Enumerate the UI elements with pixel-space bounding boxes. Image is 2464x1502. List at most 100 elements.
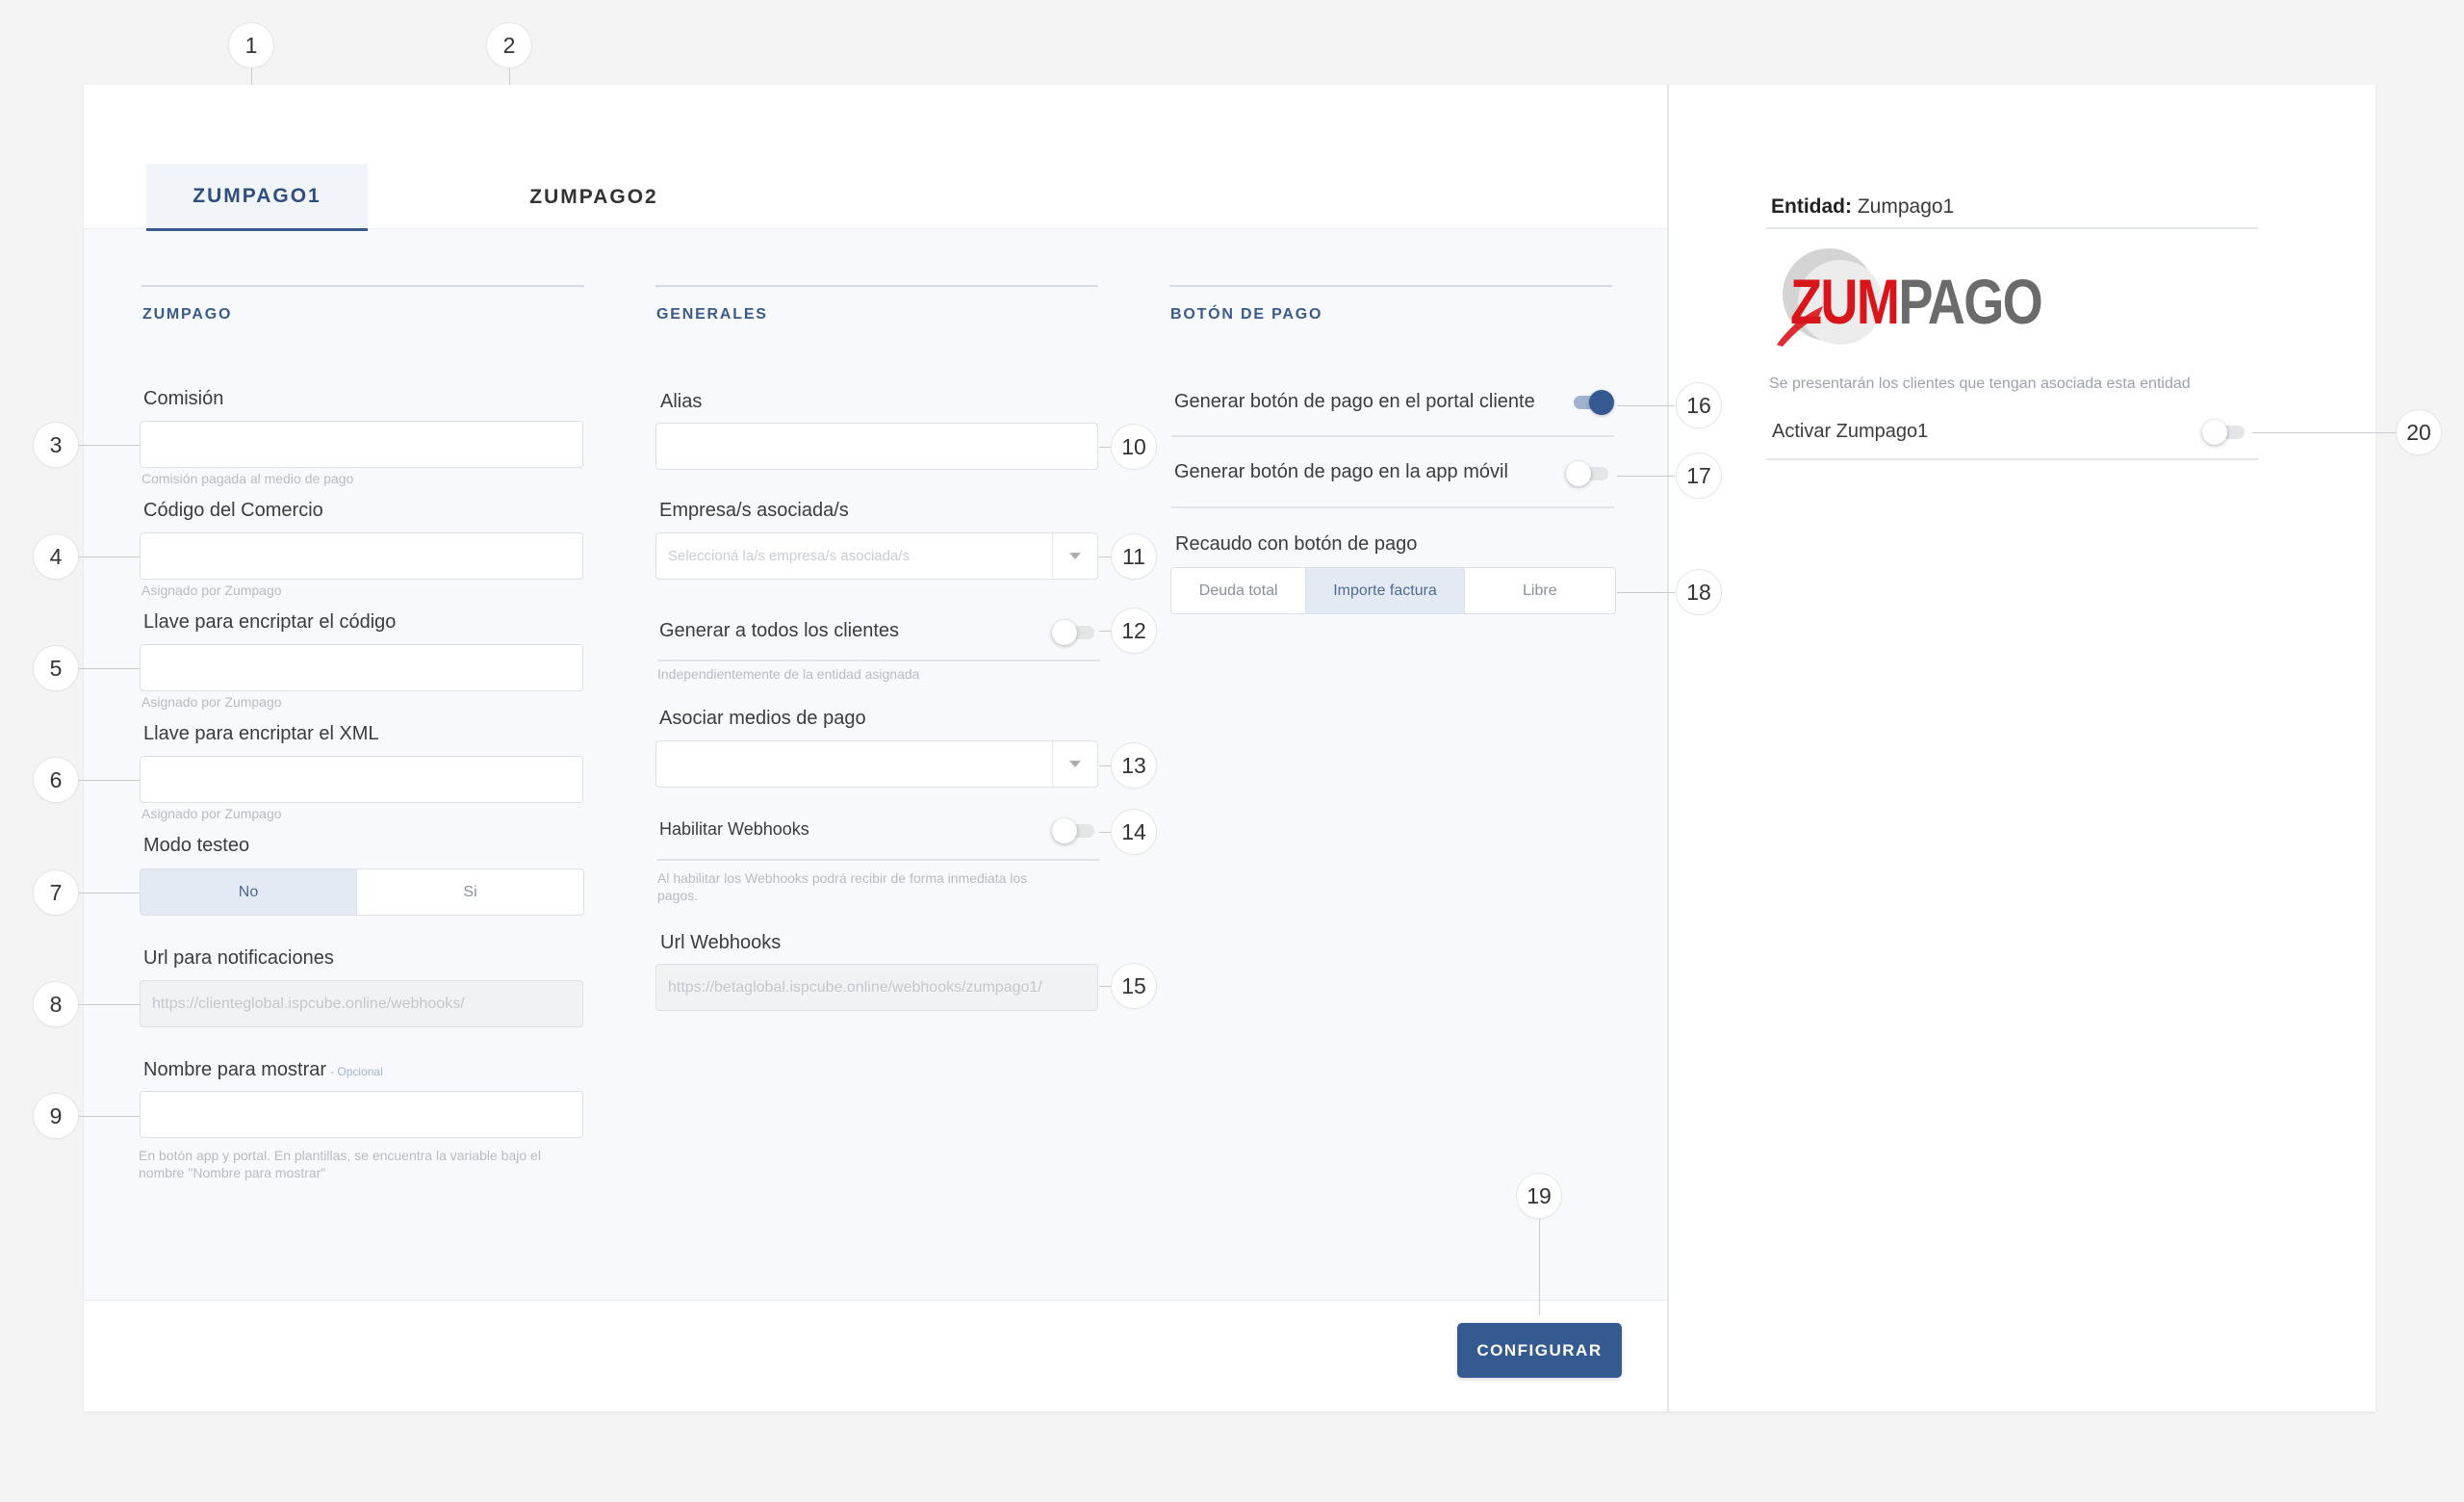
alias-label: Alias [660, 391, 703, 412]
url-webhooks-input[interactable]: https://betaglobal.ispcube.online/webhoo… [655, 964, 1098, 1011]
section-title-generales: GENERALES [656, 306, 768, 323]
comision-label: Comisión [143, 388, 224, 409]
llave-xml-hint: Asignado por Zumpago [141, 806, 282, 821]
main-panel: ZUMPAGO1 ZUMPAGO2 ZUMPAGO Comisión Comis… [84, 85, 1669, 1411]
callout-1: 1 [229, 23, 273, 67]
modo-testeo-si[interactable]: Si [357, 869, 583, 915]
callout-leader [77, 668, 140, 669]
medios-pago-label: Asociar medios de pago [659, 708, 866, 729]
callout-9: 9 [34, 1094, 78, 1138]
modo-testeo-no[interactable]: No [141, 869, 358, 915]
logo-text-gray: PAGO [1898, 266, 2042, 337]
callout-leader [1539, 1217, 1540, 1315]
entity-description: Se presentarán los clientes que tengan a… [1769, 376, 2191, 392]
webhooks-hint: Al habilitar los Webhooks podrá recibir … [657, 870, 1028, 903]
callout-leader [1617, 405, 1675, 406]
side-divider [1766, 458, 2258, 460]
callout-3: 3 [34, 423, 78, 467]
chevron-down-icon [1052, 741, 1097, 787]
comision-input[interactable] [140, 421, 583, 468]
empresa-select[interactable]: Seleccioná la/s empresa/s asociada/s [655, 532, 1098, 580]
recaudo-deuda-total[interactable]: Deuda total [1171, 568, 1307, 613]
callout-leader [77, 1004, 140, 1005]
url-notificaciones-value: https://clienteglobal.ispcube.online/web… [152, 995, 465, 1012]
url-notificaciones-label: Url para notificaciones [143, 947, 334, 969]
webhooks-toggle[interactable] [1052, 818, 1094, 843]
callout-leader [77, 1116, 140, 1117]
generar-clientes-toggle[interactable] [1052, 620, 1094, 645]
callout-12: 12 [1112, 609, 1156, 653]
callout-11: 11 [1112, 534, 1156, 579]
entidad-label: Entidad: [1771, 195, 1852, 218]
url-webhooks-label: Url Webhooks [660, 932, 782, 953]
callout-4: 4 [34, 534, 78, 579]
nombre-mostrar-label: Nombre para mostrar - Opcional [143, 1059, 383, 1081]
section-title-boton: BOTÓN DE PAGO [1170, 306, 1323, 323]
callout-10: 10 [1112, 425, 1156, 469]
optional-tag: - Opcional [330, 1065, 383, 1078]
callout-14: 14 [1112, 810, 1156, 854]
section-divider [141, 285, 584, 287]
activar-label: Activar Zumpago1 [1772, 421, 1929, 442]
codigo-label: Código del Comercio [143, 500, 323, 521]
url-notificaciones-input[interactable]: https://clienteglobal.ispcube.online/web… [140, 980, 583, 1027]
tab-zumpago1[interactable]: ZUMPAGO1 [146, 164, 368, 231]
modo-testeo-segmented: No Si [140, 868, 584, 916]
chevron-down-icon [1052, 533, 1097, 579]
empresa-label: Empresa/s asociada/s [659, 500, 849, 521]
zumpago-logo: ZUMPAGO [1773, 246, 2043, 352]
modo-testeo-label: Modo testeo [143, 835, 250, 856]
callout-13: 13 [1112, 743, 1156, 788]
nombre-mostrar-input[interactable] [140, 1091, 583, 1138]
footer-bar [84, 1300, 1667, 1411]
callout-leader [1617, 592, 1675, 593]
callout-5: 5 [34, 646, 78, 690]
nombre-mostrar-hint: En botón app y portal. En plantillas, se… [139, 1148, 541, 1180]
llave-xml-input[interactable] [140, 756, 583, 803]
callout-leader [1617, 476, 1675, 477]
activar-toggle[interactable] [2202, 420, 2245, 445]
recaudo-importe-factura[interactable]: Importe factura [1306, 568, 1465, 613]
callout-19: 19 [1517, 1174, 1561, 1218]
callout-16: 16 [1677, 383, 1721, 427]
url-webhooks-value: https://betaglobal.ispcube.online/webhoo… [668, 978, 1042, 996]
portal-toggle[interactable] [1570, 390, 1614, 415]
row-divider [657, 859, 1100, 861]
configurar-button[interactable]: CONFIGURAR [1457, 1323, 1622, 1378]
tab-zumpago2[interactable]: ZUMPAGO2 [483, 164, 705, 231]
comision-hint: Comisión pagada al medio de pago [141, 471, 354, 486]
section-divider [1169, 285, 1612, 287]
callout-7: 7 [34, 870, 78, 915]
row-divider [1171, 506, 1614, 508]
side-divider [1766, 227, 2258, 229]
tab-bar: ZUMPAGO1 ZUMPAGO2 [84, 85, 1667, 231]
callout-20: 20 [2397, 410, 2441, 454]
callout-leader [77, 780, 140, 781]
callout-15: 15 [1112, 964, 1156, 1008]
generar-clientes-label: Generar a todos los clientes [659, 620, 900, 641]
webhooks-label: Habilitar Webhooks [659, 819, 809, 839]
callout-2: 2 [487, 23, 531, 67]
codigo-hint: Asignado por Zumpago [141, 583, 282, 598]
llave-xml-label: Llave para encriptar el XML [143, 723, 379, 744]
row-divider [1171, 435, 1614, 437]
recaudo-segmented: Deuda total Importe factura Libre [1170, 567, 1616, 614]
llave-codigo-input[interactable] [140, 644, 583, 691]
entidad-value: Zumpago1 [1857, 195, 1955, 218]
row-divider [657, 660, 1100, 661]
codigo-comercio-input[interactable] [140, 532, 583, 580]
medios-pago-select[interactable] [655, 740, 1098, 788]
section-title-zumpago: ZUMPAGO [142, 306, 233, 323]
portal-label: Generar botón de pago en el portal clien… [1174, 391, 1535, 412]
llave-codigo-hint: Asignado por Zumpago [141, 694, 282, 710]
nombre-mostrar-label-text: Nombre para mostrar [143, 1059, 327, 1080]
app-label: Generar botón de pago en la app móvil [1174, 461, 1508, 482]
entidad-line: Entidad: Zumpago1 [1771, 195, 1954, 219]
callout-leader [77, 445, 140, 446]
alias-input[interactable] [655, 423, 1098, 470]
callout-18: 18 [1677, 570, 1721, 614]
recaudo-libre[interactable]: Libre [1465, 568, 1615, 613]
app-toggle[interactable] [1566, 461, 1608, 486]
callout-8: 8 [34, 982, 78, 1026]
generar-clientes-hint: Independientemente de la entidad asignad… [657, 666, 920, 682]
